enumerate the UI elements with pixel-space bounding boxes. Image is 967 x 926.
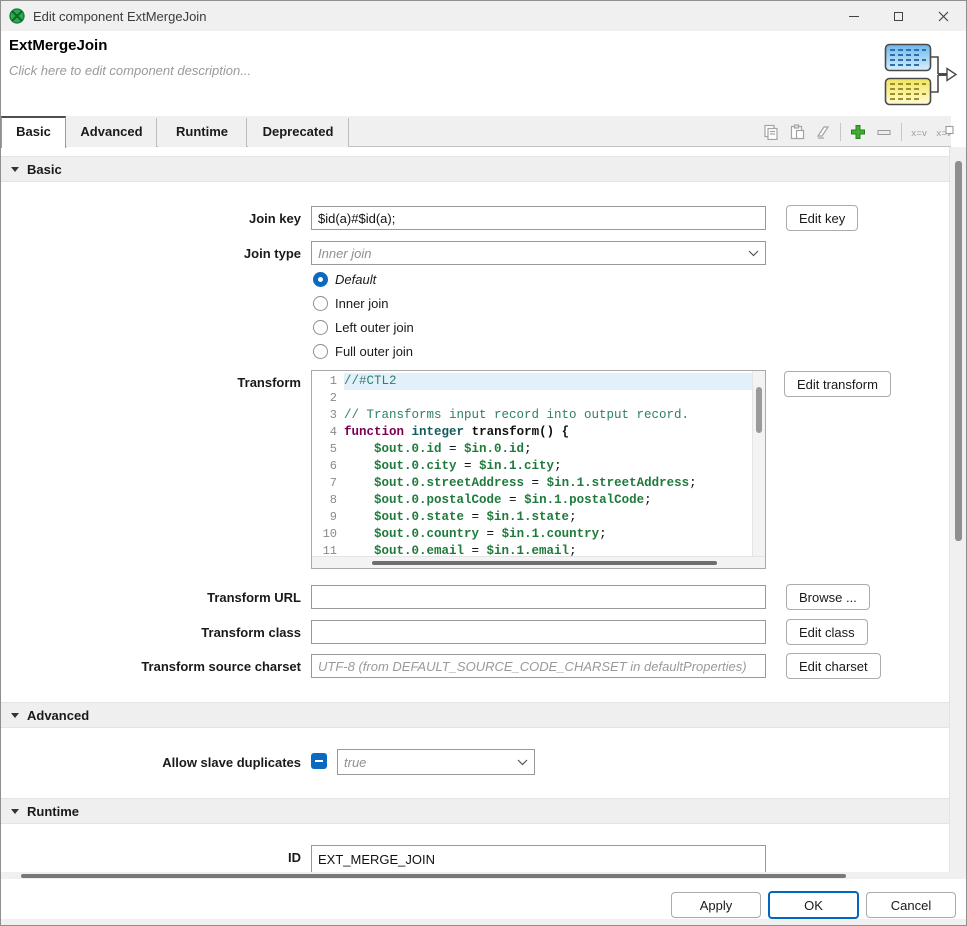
- vertical-scrollbar[interactable]: [949, 147, 966, 879]
- code-gutter: 1234567891011: [312, 373, 342, 556]
- section-header-advanced[interactable]: Advanced: [1, 702, 951, 728]
- join-type-dropdown[interactable]: Inner join: [311, 241, 766, 265]
- form-content: Basic Join key Edit key Join type Inner …: [1, 147, 951, 872]
- ok-button[interactable]: OK: [768, 891, 859, 919]
- indeterminate-dash-icon: [315, 760, 323, 762]
- section-header-basic[interactable]: Basic: [1, 156, 951, 182]
- radio-selected-icon: [313, 272, 328, 287]
- radio-unselected-icon: [313, 344, 328, 359]
- id-input[interactable]: [311, 845, 766, 872]
- toolbar-separator: [840, 123, 841, 141]
- property-toolbar: x=v x=: [762, 120, 954, 144]
- minimize-icon: [849, 16, 859, 17]
- svg-text:x=: x=: [936, 129, 947, 139]
- editor-horizontal-scroll-thumb[interactable]: [372, 561, 717, 565]
- window-title: Edit component ExtMergeJoin: [33, 9, 206, 24]
- add-icon[interactable]: [849, 123, 867, 141]
- join-type-label: Join type: [1, 246, 301, 261]
- transform-source-charset-input[interactable]: [311, 654, 766, 678]
- join-type-radio-default[interactable]: Default: [313, 270, 376, 288]
- maximize-button[interactable]: [876, 1, 921, 31]
- edit-component-dialog: Edit component ExtMergeJoin ExtMergeJoin…: [0, 0, 967, 926]
- transform-class-input[interactable]: [311, 620, 766, 644]
- tab-basic[interactable]: Basic: [1, 116, 66, 148]
- allow-slave-duplicates-checkbox[interactable]: [311, 753, 327, 769]
- editor-vertical-scroll-thumb[interactable]: [756, 387, 762, 433]
- x-equals-dialog-icon: x=: [936, 123, 954, 141]
- window-bottom-edge: [1, 919, 966, 925]
- minimize-button[interactable]: [831, 1, 876, 31]
- radio-unselected-icon: [313, 296, 328, 311]
- chevron-down-icon: [517, 759, 528, 766]
- collapse-triangle-icon: [11, 809, 19, 814]
- horizontal-scroll-thumb[interactable]: [21, 874, 846, 878]
- join-type-radio-left-outer-join[interactable]: Left outer join: [313, 318, 414, 336]
- vertical-scroll-thumb[interactable]: [955, 161, 962, 541]
- cancel-button[interactable]: Cancel: [866, 892, 956, 918]
- section-header-runtime[interactable]: Runtime: [1, 798, 951, 824]
- browse-button[interactable]: Browse ...: [786, 584, 870, 610]
- radio-unselected-icon: [313, 320, 328, 335]
- remove-icon: [875, 123, 893, 141]
- collapse-triangle-icon: [11, 713, 19, 718]
- tab-deprecated[interactable]: Deprecated: [248, 118, 349, 147]
- close-button[interactable]: [921, 1, 966, 31]
- collapse-triangle-icon: [11, 167, 19, 172]
- apply-button[interactable]: Apply: [671, 892, 761, 918]
- editor-vertical-scrollbar[interactable]: [752, 371, 765, 556]
- transform-class-label: Transform class: [1, 625, 301, 640]
- edit-transform-button[interactable]: Edit transform: [784, 371, 891, 397]
- transform-url-input[interactable]: [311, 585, 766, 609]
- paste-icon: [788, 123, 806, 141]
- svg-text:x=v: x=v: [911, 129, 928, 139]
- tab-runtime[interactable]: Runtime: [158, 118, 247, 147]
- transform-label: Transform: [1, 375, 301, 390]
- copy-icon: [762, 123, 780, 141]
- x-equals-value-icon: x=v: [910, 123, 928, 141]
- edit-key-button[interactable]: Edit key: [786, 205, 858, 231]
- id-label: ID: [1, 850, 301, 865]
- allow-slave-duplicates-label: Allow slave duplicates: [1, 755, 301, 770]
- join-key-label: Join key: [1, 211, 301, 226]
- component-name: ExtMergeJoin: [9, 37, 107, 54]
- transform-url-label: Transform URL: [1, 590, 301, 605]
- clover-node-icon: [9, 8, 25, 24]
- tab-advanced[interactable]: Advanced: [67, 118, 157, 147]
- edit-class-button[interactable]: Edit class: [786, 619, 868, 645]
- toolbar-separator: [901, 123, 902, 141]
- editor-horizontal-scrollbar[interactable]: [312, 556, 765, 568]
- chevron-down-icon: [748, 250, 759, 257]
- close-icon: [938, 11, 949, 22]
- join-type-radio-full-outer-join[interactable]: Full outer join: [313, 342, 413, 360]
- join-key-input[interactable]: [311, 206, 766, 230]
- titlebar: Edit component ExtMergeJoin: [1, 1, 966, 31]
- component-description-placeholder[interactable]: Click here to edit component description…: [9, 63, 251, 78]
- edit-charset-button[interactable]: Edit charset: [786, 653, 881, 679]
- maximize-icon: [894, 12, 903, 21]
- clear-icon: [814, 123, 832, 141]
- allow-slave-duplicates-dropdown[interactable]: true: [337, 749, 535, 775]
- join-type-radio-inner-join[interactable]: Inner join: [313, 294, 388, 312]
- transform-code-editor[interactable]: 1234567891011 //#CTL2// Transforms input…: [311, 370, 766, 569]
- merge-join-icon: [884, 43, 958, 107]
- transform-source-charset-label: Transform source charset: [1, 659, 301, 674]
- code-lines[interactable]: //#CTL2// Transforms input record into o…: [344, 373, 752, 556]
- horizontal-scrollbar[interactable]: [1, 872, 951, 879]
